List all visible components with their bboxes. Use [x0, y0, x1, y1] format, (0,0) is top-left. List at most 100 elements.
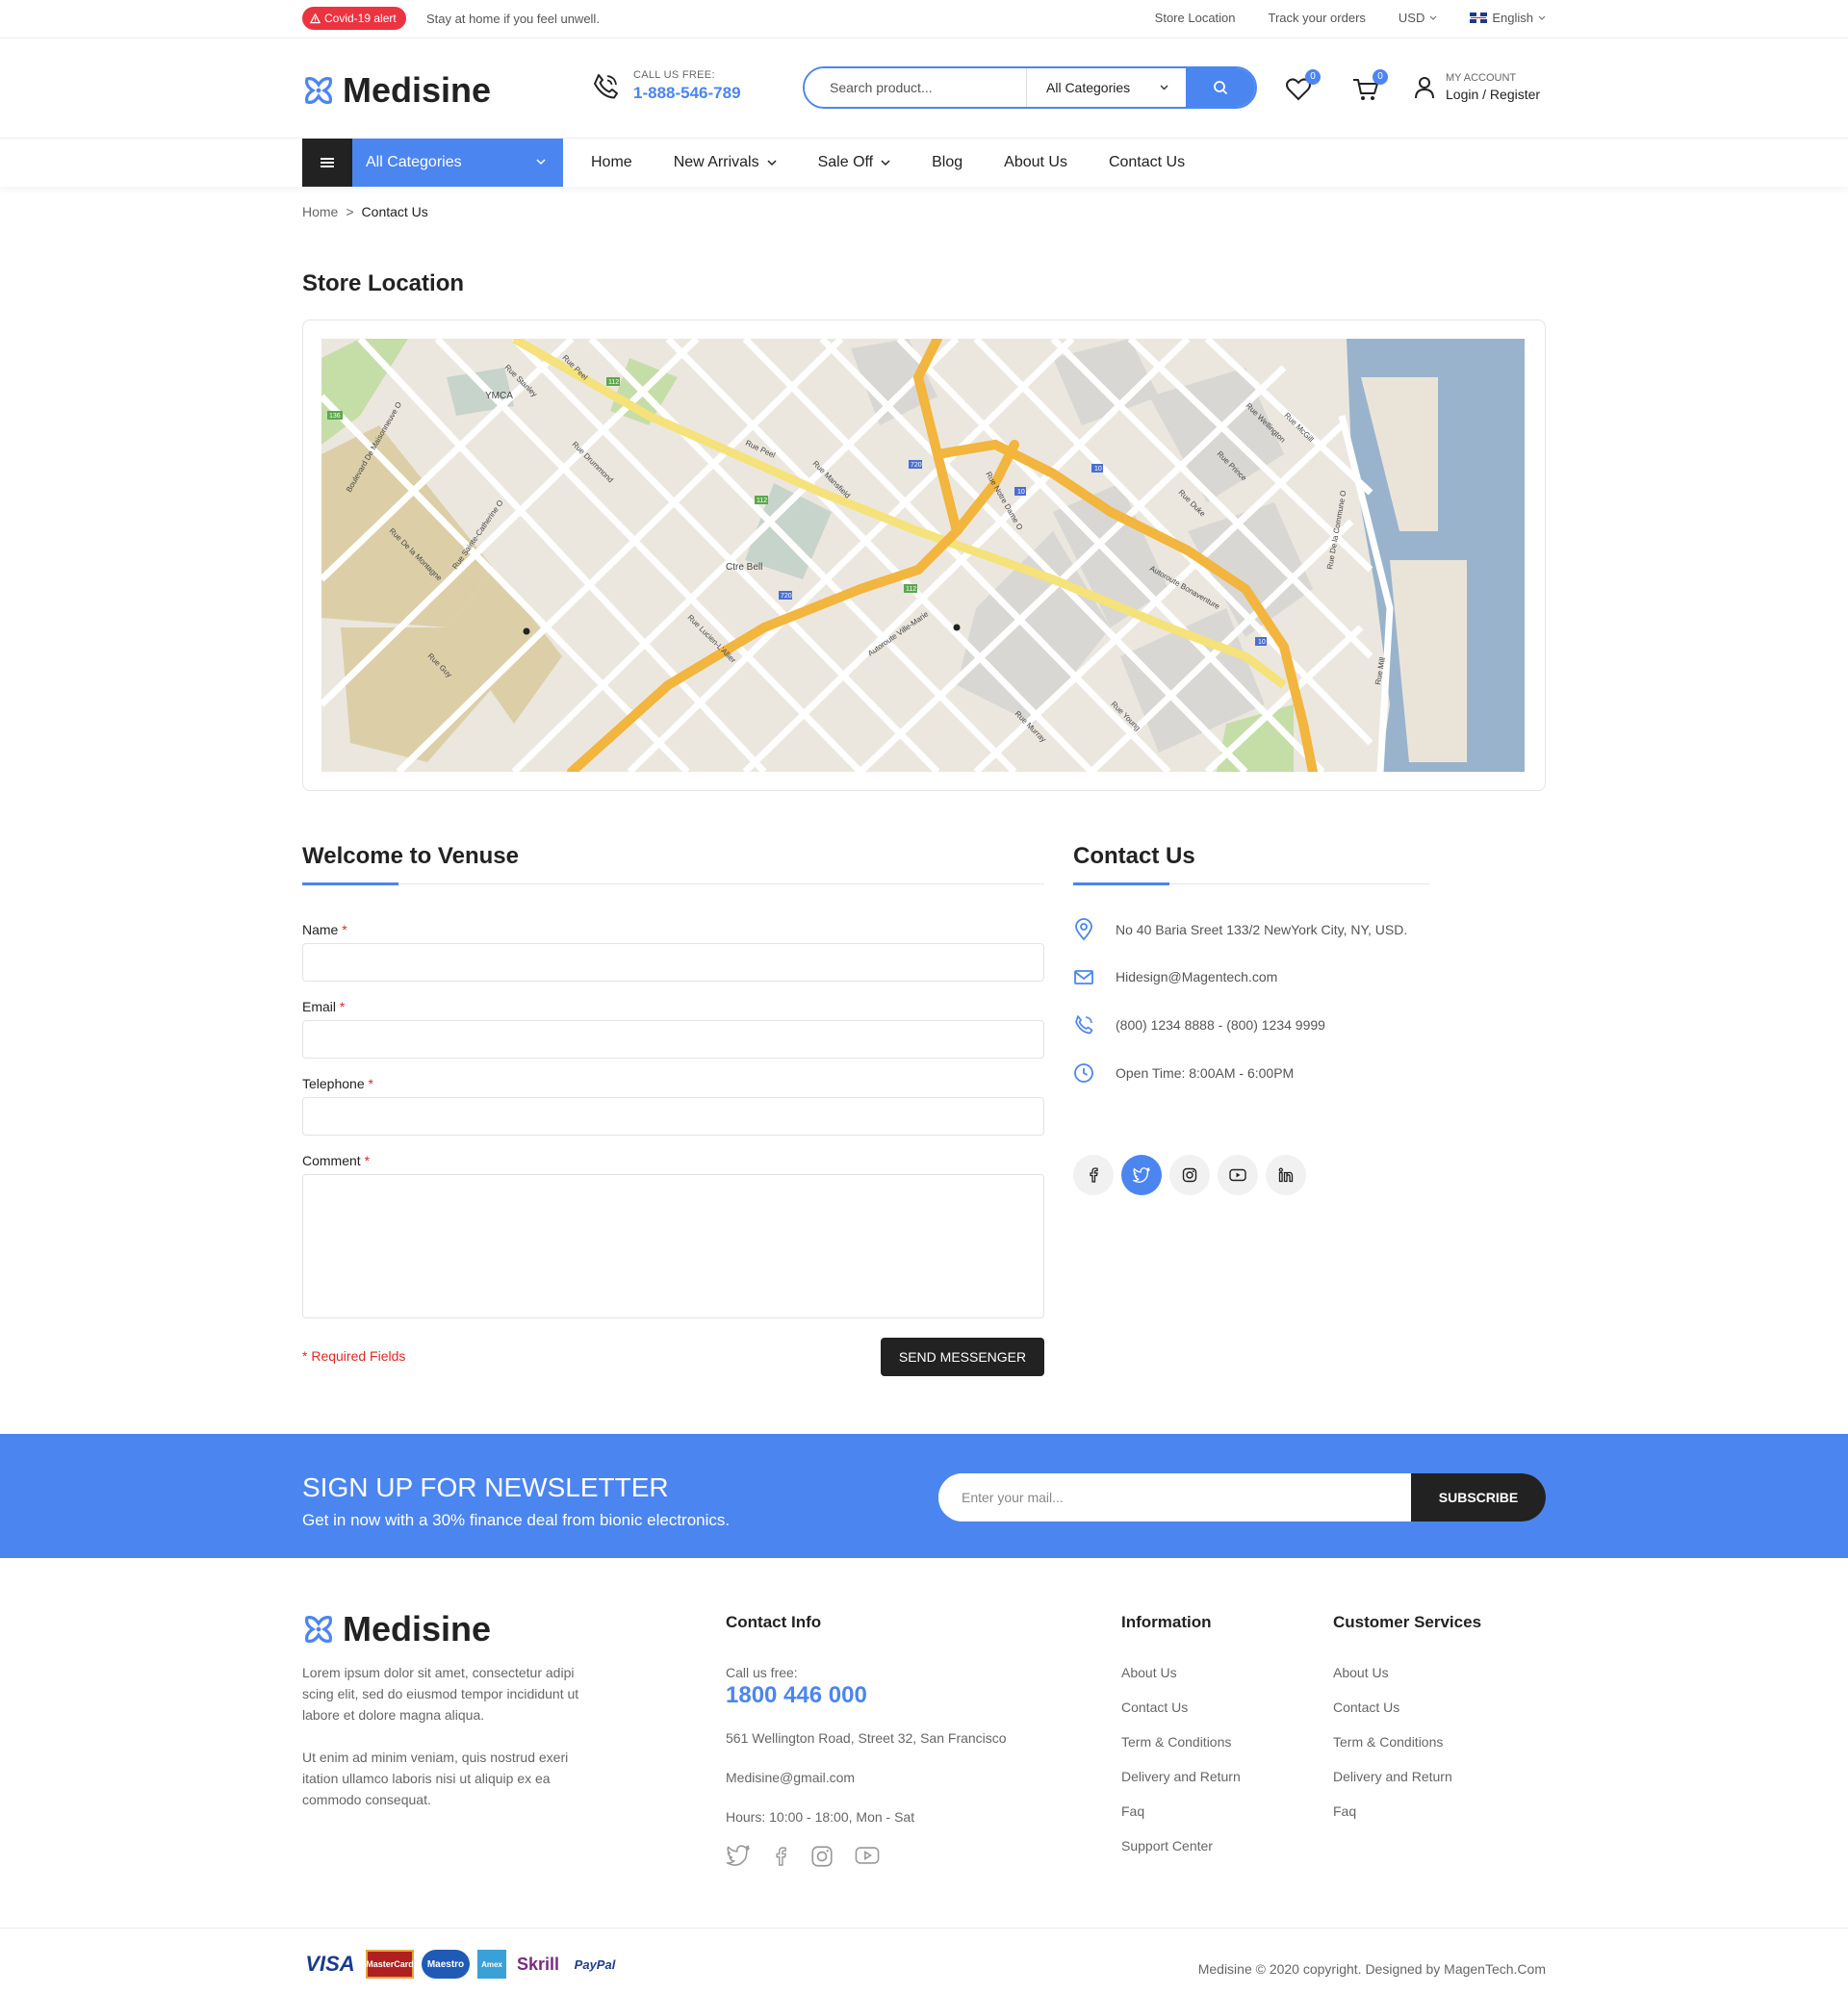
- breadcrumb-home[interactable]: Home: [302, 204, 338, 219]
- comment-field[interactable]: [302, 1174, 1044, 1318]
- cart-button[interactable]: 0: [1351, 69, 1388, 106]
- logo-cross-icon: [305, 1616, 332, 1643]
- amex-logo: Amex: [477, 1950, 506, 1979]
- svg-text:112: 112: [906, 586, 916, 593]
- contact-address-text: No 40 Baria Sreet 133/2 NewYork City, NY…: [1116, 922, 1408, 937]
- nav-sale-off[interactable]: Sale Off: [818, 154, 891, 171]
- search-input[interactable]: [805, 68, 1026, 107]
- linkedin-button[interactable]: [1266, 1155, 1306, 1195]
- uk-flag-icon: [1470, 13, 1488, 23]
- account-label: MY ACCOUNT: [1446, 72, 1517, 84]
- nav-blog[interactable]: Blog: [932, 154, 962, 171]
- footer-cs-delivery[interactable]: Delivery and Return: [1333, 1769, 1452, 1784]
- call-us: CALL US FREE: 1-888-546-789: [591, 69, 741, 103]
- search-category-select[interactable]: All Categories: [1026, 68, 1186, 107]
- site-logo[interactable]: Medisine: [302, 70, 491, 111]
- svg-text:112: 112: [608, 379, 619, 386]
- instagram-icon[interactable]: [810, 1845, 834, 1868]
- call-label: CALL US FREE:: [633, 69, 715, 81]
- svg-text:10: 10: [1094, 466, 1102, 473]
- name-field[interactable]: [302, 943, 1044, 982]
- store-location-link[interactable]: Store Location: [1155, 11, 1236, 25]
- footer-info-support[interactable]: Support Center: [1121, 1838, 1213, 1853]
- telephone-field[interactable]: [302, 1097, 1044, 1136]
- nav-home[interactable]: Home: [591, 154, 632, 171]
- twitter-button[interactable]: [1121, 1155, 1162, 1195]
- footer-info-about-us[interactable]: About Us: [1121, 1665, 1177, 1680]
- search-category-value: All Categories: [1046, 80, 1131, 95]
- main-nav: All Categories Home New Arrivals Sale Of…: [0, 139, 1848, 187]
- mastercard-logo: MasterCard: [366, 1950, 414, 1979]
- track-orders-link[interactable]: Track your orders: [1269, 11, 1366, 25]
- wishlist-button[interactable]: 0: [1284, 69, 1321, 106]
- all-categories-label: All Categories: [366, 154, 462, 170]
- footer-logo-text: Medisine: [343, 1609, 492, 1649]
- facebook-icon[interactable]: [772, 1845, 789, 1868]
- send-messenger-button[interactable]: SEND MESSENGER: [881, 1338, 1044, 1376]
- subscribe-button[interactable]: SUBSCRIBE: [1411, 1473, 1546, 1521]
- svg-text:10: 10: [1258, 639, 1266, 646]
- newsletter-email-input[interactable]: [938, 1473, 1411, 1521]
- footer-contact-title: Contact Info: [726, 1613, 822, 1631]
- youtube-icon[interactable]: [855, 1845, 880, 1866]
- twitter-icon[interactable]: [726, 1845, 751, 1866]
- logo-text: Medisine: [343, 70, 492, 110]
- nav-new-arrivals[interactable]: New Arrivals: [674, 154, 777, 171]
- contact-email-text[interactable]: Hidesign@Magentech.com: [1116, 969, 1277, 984]
- covid-alert-badge[interactable]: Covid-19 alert: [302, 7, 406, 30]
- footer-about-paragraph-2: Ut enim ad minim veniam, quis nostrud ex…: [302, 1750, 569, 1807]
- contact-phone: (800) 1234 8888 - (800) 1234 9999: [1073, 1014, 1325, 1035]
- youtube-button[interactable]: [1218, 1155, 1258, 1195]
- newsletter-section: SIGN UP FOR NEWSLETTER Get in now with a…: [0, 1434, 1848, 1558]
- newsletter-subtitle: Get in now with a 30% finance deal from …: [302, 1511, 731, 1529]
- call-number[interactable]: 1-888-546-789: [633, 84, 741, 103]
- contact-hours: Open Time: 8:00AM - 6:00PM: [1073, 1062, 1294, 1084]
- skrill-logo: Skrill: [516, 1954, 560, 1974]
- wishlist-count: 0: [1305, 69, 1321, 85]
- facebook-button[interactable]: [1073, 1155, 1114, 1195]
- footer-cs-terms[interactable]: Term & Conditions: [1333, 1734, 1443, 1750]
- svg-text:720: 720: [911, 462, 922, 469]
- user-icon: [1415, 76, 1434, 98]
- instagram-button[interactable]: [1169, 1155, 1210, 1195]
- footer-info-delivery[interactable]: Delivery and Return: [1121, 1769, 1241, 1784]
- social-links: [1073, 1155, 1306, 1195]
- search-button[interactable]: [1186, 68, 1255, 107]
- email-field[interactable]: [302, 1020, 1044, 1059]
- language-selector[interactable]: English: [1470, 11, 1546, 25]
- footer-email[interactable]: Medisine@gmail.com: [726, 1770, 855, 1785]
- footer-info-faq[interactable]: Faq: [1121, 1803, 1144, 1819]
- account-menu[interactable]: MY ACCOUNT Login / Register: [1413, 72, 1540, 102]
- footer-cs-faq[interactable]: Faq: [1333, 1803, 1356, 1819]
- login-register-link[interactable]: Login / Register: [1446, 87, 1540, 102]
- copyright-text: Medisine © 2020 copyright. Designed by M…: [1197, 1961, 1546, 1977]
- search-bar: All Categories: [803, 66, 1257, 109]
- store-map[interactable]: YMCA Ctre Bell Rue Drummond Rue De la Mo…: [321, 339, 1525, 772]
- footer-info-contact-us[interactable]: Contact Us: [1121, 1700, 1188, 1715]
- footer-info-terms[interactable]: Term & Conditions: [1121, 1734, 1231, 1750]
- required-fields-note: * Required Fields: [302, 1348, 406, 1364]
- svg-text:10: 10: [1017, 489, 1025, 496]
- name-label: Name *: [302, 922, 347, 937]
- footer-cs-about-us[interactable]: About Us: [1333, 1665, 1389, 1680]
- search-icon: [1214, 81, 1228, 95]
- breadcrumb: Home > Contact Us: [302, 204, 428, 219]
- email-label: Email *: [302, 999, 346, 1014]
- paypal-logo: PayPal: [574, 1956, 616, 1972]
- chevron-down-icon: [1538, 15, 1546, 20]
- currency-selector[interactable]: USD: [1399, 11, 1437, 25]
- nav-new-arrivals-label: New Arrivals: [673, 154, 759, 170]
- svg-text:720: 720: [781, 593, 792, 600]
- warning-icon: [310, 13, 321, 23]
- linkedin-icon: [1278, 1167, 1294, 1183]
- footer-cs-contact-us[interactable]: Contact Us: [1333, 1700, 1399, 1715]
- contact-hours-text: Open Time: 8:00AM - 6:00PM: [1116, 1065, 1295, 1081]
- footer-call-number[interactable]: 1800 446 000: [726, 1682, 867, 1709]
- footer-logo[interactable]: Medisine: [302, 1609, 491, 1649]
- nav-about-us[interactable]: About Us: [1004, 154, 1067, 171]
- nav-contact-us[interactable]: Contact Us: [1109, 154, 1185, 171]
- breadcrumb-separator: >: [346, 204, 354, 219]
- all-categories-menu[interactable]: All Categories: [302, 139, 563, 187]
- cart-count: 0: [1373, 69, 1388, 85]
- covid-badge-label: Covid-19 alert: [324, 12, 397, 25]
